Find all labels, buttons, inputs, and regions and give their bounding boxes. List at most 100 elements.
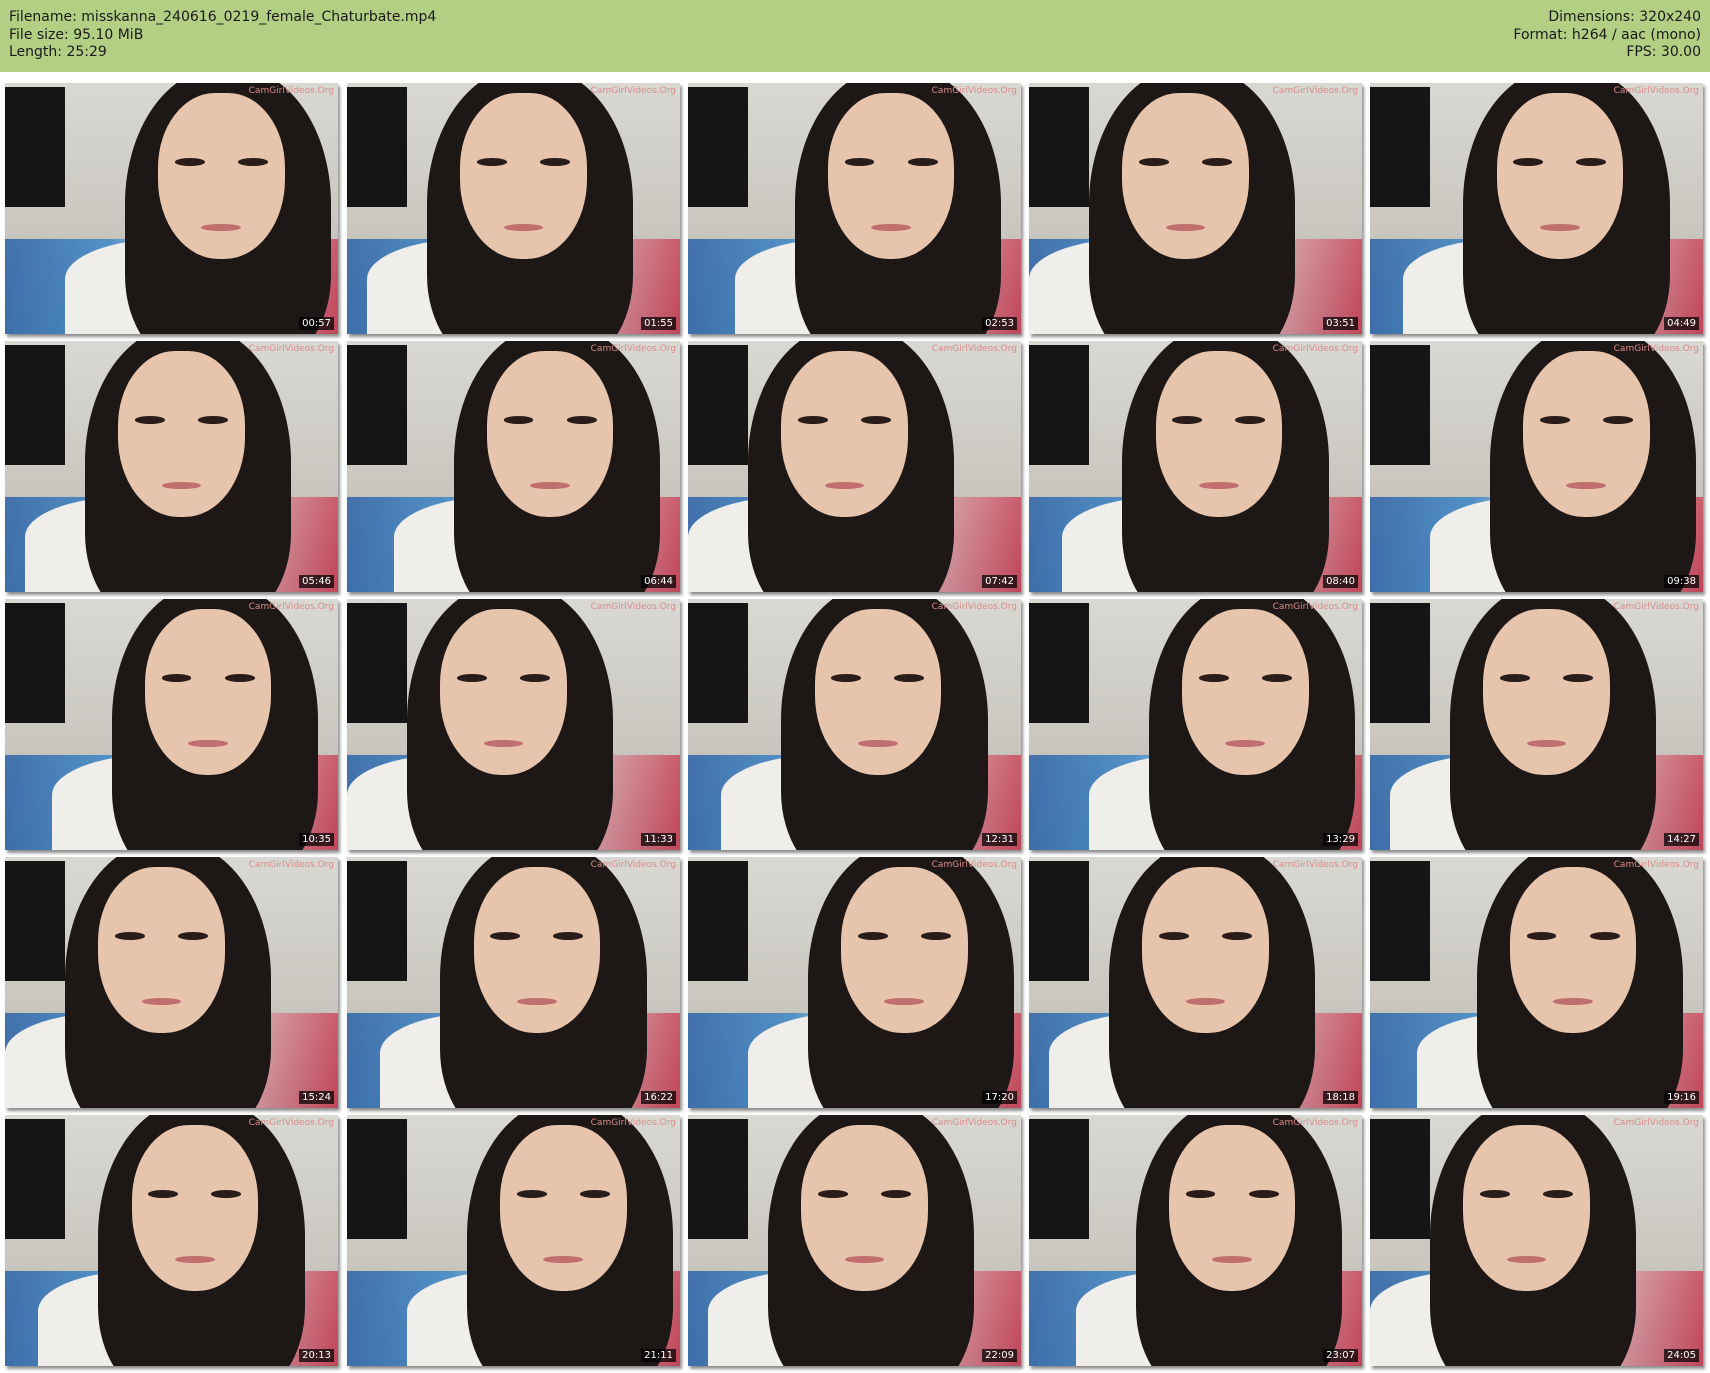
watermark-text: CamGirlVideos.Org bbox=[931, 602, 1017, 612]
timestamp-label: 12:31 bbox=[982, 833, 1017, 846]
thumbnail-frame[interactable]: CamGirlVideos.Org 04:49 bbox=[1370, 83, 1703, 334]
timestamp-label: 10:35 bbox=[299, 833, 334, 846]
watermark-text: CamGirlVideos.Org bbox=[1272, 86, 1358, 96]
format-text: Format: h264 / aac (mono) bbox=[1513, 26, 1701, 43]
frame-image bbox=[1370, 341, 1703, 592]
watermark-text: CamGirlVideos.Org bbox=[248, 344, 334, 354]
watermark-text: CamGirlVideos.Org bbox=[248, 602, 334, 612]
info-header: Filename: misskanna_240616_0219_female_C… bbox=[0, 0, 1710, 72]
watermark-text: CamGirlVideos.Org bbox=[931, 344, 1017, 354]
dimensions-text: Dimensions: 320x240 bbox=[1548, 9, 1701, 25]
thumbnail-frame[interactable]: CamGirlVideos.Org 10:35 bbox=[5, 599, 338, 850]
thumbnail-frame[interactable]: CamGirlVideos.Org 15:24 bbox=[5, 857, 338, 1108]
frame-image bbox=[5, 341, 338, 592]
watermark-text: CamGirlVideos.Org bbox=[1272, 602, 1358, 612]
thumbnail-frame[interactable]: CamGirlVideos.Org 08:40 bbox=[1029, 341, 1362, 592]
watermark-text: CamGirlVideos.Org bbox=[1613, 344, 1699, 354]
timestamp-label: 22:09 bbox=[982, 1349, 1017, 1362]
thumbnail-frame[interactable]: CamGirlVideos.Org 23:07 bbox=[1029, 1115, 1362, 1366]
watermark-text: CamGirlVideos.Org bbox=[248, 1118, 334, 1128]
timestamp-label: 21:11 bbox=[641, 1349, 676, 1362]
watermark-text: CamGirlVideos.Org bbox=[931, 1118, 1017, 1128]
fps-text: FPS: 30.00 bbox=[1626, 44, 1701, 60]
frame-image bbox=[1370, 857, 1703, 1108]
frame-image bbox=[688, 341, 1021, 592]
frame-image bbox=[1370, 83, 1703, 334]
frame-image bbox=[5, 83, 338, 334]
timestamp-label: 18:18 bbox=[1323, 1091, 1358, 1104]
file-info-left: Filename: misskanna_240616_0219_female_C… bbox=[9, 9, 436, 62]
thumbnail-frame[interactable]: CamGirlVideos.Org 14:27 bbox=[1370, 599, 1703, 850]
frame-image bbox=[347, 83, 680, 334]
frame-image bbox=[688, 1115, 1021, 1366]
watermark-text: CamGirlVideos.Org bbox=[1272, 344, 1358, 354]
thumbnail-frame[interactable]: CamGirlVideos.Org 13:29 bbox=[1029, 599, 1362, 850]
frame-image bbox=[347, 599, 680, 850]
timestamp-label: 04:49 bbox=[1664, 317, 1699, 330]
timestamp-label: 06:44 bbox=[641, 575, 676, 588]
timestamp-label: 07:42 bbox=[982, 575, 1017, 588]
frame-image bbox=[688, 857, 1021, 1108]
thumbnail-frame[interactable]: CamGirlVideos.Org 18:18 bbox=[1029, 857, 1362, 1108]
thumbnail-frame[interactable]: CamGirlVideos.Org 02:53 bbox=[688, 83, 1021, 334]
timestamp-label: 20:13 bbox=[299, 1349, 334, 1362]
thumbnail-frame[interactable]: CamGirlVideos.Org 05:46 bbox=[5, 341, 338, 592]
watermark-text: CamGirlVideos.Org bbox=[590, 1118, 676, 1128]
timestamp-label: 05:46 bbox=[299, 575, 334, 588]
frame-image bbox=[1029, 1115, 1362, 1366]
thumbnail-frame[interactable]: CamGirlVideos.Org 24:05 bbox=[1370, 1115, 1703, 1366]
frame-image bbox=[1029, 857, 1362, 1108]
file-info-right: Dimensions: 320x240 Format: h264 / aac (… bbox=[1513, 9, 1701, 62]
watermark-text: CamGirlVideos.Org bbox=[1613, 602, 1699, 612]
watermark-text: CamGirlVideos.Org bbox=[931, 86, 1017, 96]
watermark-text: CamGirlVideos.Org bbox=[1613, 86, 1699, 96]
thumbnail-frame[interactable]: CamGirlVideos.Org 11:33 bbox=[347, 599, 680, 850]
thumbnail-frame[interactable]: CamGirlVideos.Org 06:44 bbox=[347, 341, 680, 592]
frame-image bbox=[347, 857, 680, 1108]
timestamp-label: 16:22 bbox=[641, 1091, 676, 1104]
timestamp-label: 17:20 bbox=[982, 1091, 1017, 1104]
watermark-text: CamGirlVideos.Org bbox=[248, 86, 334, 96]
timestamp-label: 01:55 bbox=[641, 317, 676, 330]
timestamp-label: 19:16 bbox=[1664, 1091, 1699, 1104]
timestamp-label: 00:57 bbox=[299, 317, 334, 330]
timestamp-label: 02:53 bbox=[982, 317, 1017, 330]
timestamp-label: 09:38 bbox=[1664, 575, 1699, 588]
timestamp-label: 15:24 bbox=[299, 1091, 334, 1104]
timestamp-label: 13:29 bbox=[1323, 833, 1358, 846]
length-text: Length: 25:29 bbox=[9, 44, 107, 60]
frame-image bbox=[347, 341, 680, 592]
thumbnail-frame[interactable]: CamGirlVideos.Org 20:13 bbox=[5, 1115, 338, 1366]
watermark-text: CamGirlVideos.Org bbox=[248, 860, 334, 870]
frame-image bbox=[5, 1115, 338, 1366]
frame-image bbox=[688, 83, 1021, 334]
watermark-text: CamGirlVideos.Org bbox=[1613, 1118, 1699, 1128]
thumbnail-frame[interactable]: CamGirlVideos.Org 21:11 bbox=[347, 1115, 680, 1366]
watermark-text: CamGirlVideos.Org bbox=[590, 86, 676, 96]
watermark-text: CamGirlVideos.Org bbox=[590, 602, 676, 612]
thumbnail-frame[interactable]: CamGirlVideos.Org 01:55 bbox=[347, 83, 680, 334]
thumbnail-frame[interactable]: CamGirlVideos.Org 19:16 bbox=[1370, 857, 1703, 1108]
watermark-text: CamGirlVideos.Org bbox=[1272, 860, 1358, 870]
thumbnail-frame[interactable]: CamGirlVideos.Org 22:09 bbox=[688, 1115, 1021, 1366]
watermark-text: CamGirlVideos.Org bbox=[1272, 1118, 1358, 1128]
frame-image bbox=[1370, 599, 1703, 850]
thumbnail-frame[interactable]: CamGirlVideos.Org 00:57 bbox=[5, 83, 338, 334]
watermark-text: CamGirlVideos.Org bbox=[931, 860, 1017, 870]
frame-image bbox=[347, 1115, 680, 1366]
thumbnail-frame[interactable]: CamGirlVideos.Org 07:42 bbox=[688, 341, 1021, 592]
frame-image bbox=[1370, 1115, 1703, 1366]
frame-image bbox=[1029, 341, 1362, 592]
thumbnail-frame[interactable]: CamGirlVideos.Org 17:20 bbox=[688, 857, 1021, 1108]
thumbnail-frame[interactable]: CamGirlVideos.Org 03:51 bbox=[1029, 83, 1362, 334]
watermark-text: CamGirlVideos.Org bbox=[1613, 860, 1699, 870]
frame-image bbox=[688, 599, 1021, 850]
frame-image bbox=[1029, 599, 1362, 850]
watermark-text: CamGirlVideos.Org bbox=[590, 344, 676, 354]
thumbnail-frame[interactable]: CamGirlVideos.Org 09:38 bbox=[1370, 341, 1703, 592]
thumbnail-frame[interactable]: CamGirlVideos.Org 16:22 bbox=[347, 857, 680, 1108]
filename-text: Filename: misskanna_240616_0219_female_C… bbox=[9, 9, 437, 25]
timestamp-label: 14:27 bbox=[1664, 833, 1699, 846]
timestamp-label: 24:05 bbox=[1664, 1349, 1699, 1362]
thumbnail-frame[interactable]: CamGirlVideos.Org 12:31 bbox=[688, 599, 1021, 850]
